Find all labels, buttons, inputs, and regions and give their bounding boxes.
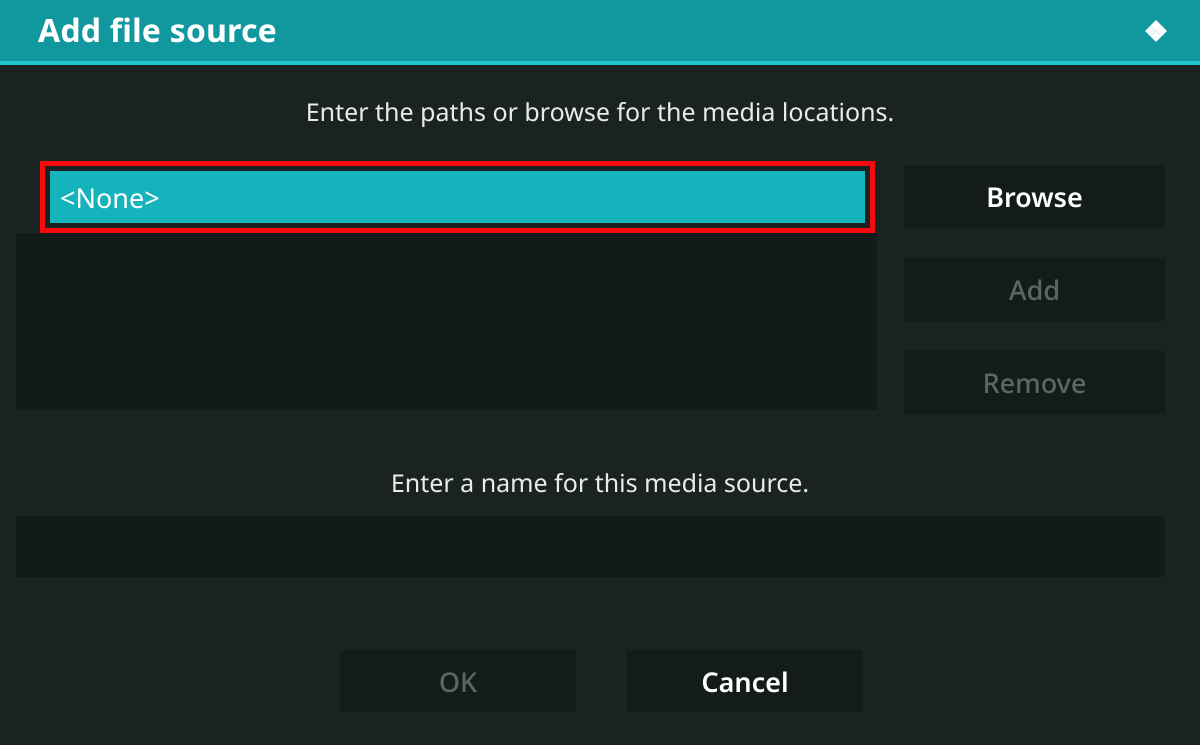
browse-button-label: Browse xyxy=(986,178,1083,215)
dialog-content: Enter the paths or browse for the media … xyxy=(0,69,1200,745)
remove-button-label: Remove xyxy=(983,364,1087,401)
title-bar: Add file source xyxy=(0,0,1200,65)
cancel-button-label: Cancel xyxy=(701,663,788,700)
path-list-area[interactable] xyxy=(16,233,877,410)
ok-button[interactable]: OK xyxy=(340,650,576,712)
add-button[interactable]: Add xyxy=(904,258,1165,321)
path-value: <None> xyxy=(60,179,160,216)
source-name-input[interactable] xyxy=(16,516,1165,577)
path-row-highlight: <None> xyxy=(40,161,875,233)
cancel-button[interactable]: Cancel xyxy=(627,650,863,712)
browse-button[interactable]: Browse xyxy=(904,165,1165,228)
add-button-label: Add xyxy=(1009,271,1060,308)
instruction-paths: Enter the paths or browse for the media … xyxy=(0,95,1200,129)
dialog-title: Add file source xyxy=(38,9,277,52)
kodi-logo-icon xyxy=(1134,9,1178,53)
instruction-name: Enter a name for this media source. xyxy=(0,466,1200,500)
path-input-row[interactable]: <None> xyxy=(50,171,865,223)
remove-button[interactable]: Remove xyxy=(904,351,1165,414)
ok-button-label: OK xyxy=(439,663,477,700)
